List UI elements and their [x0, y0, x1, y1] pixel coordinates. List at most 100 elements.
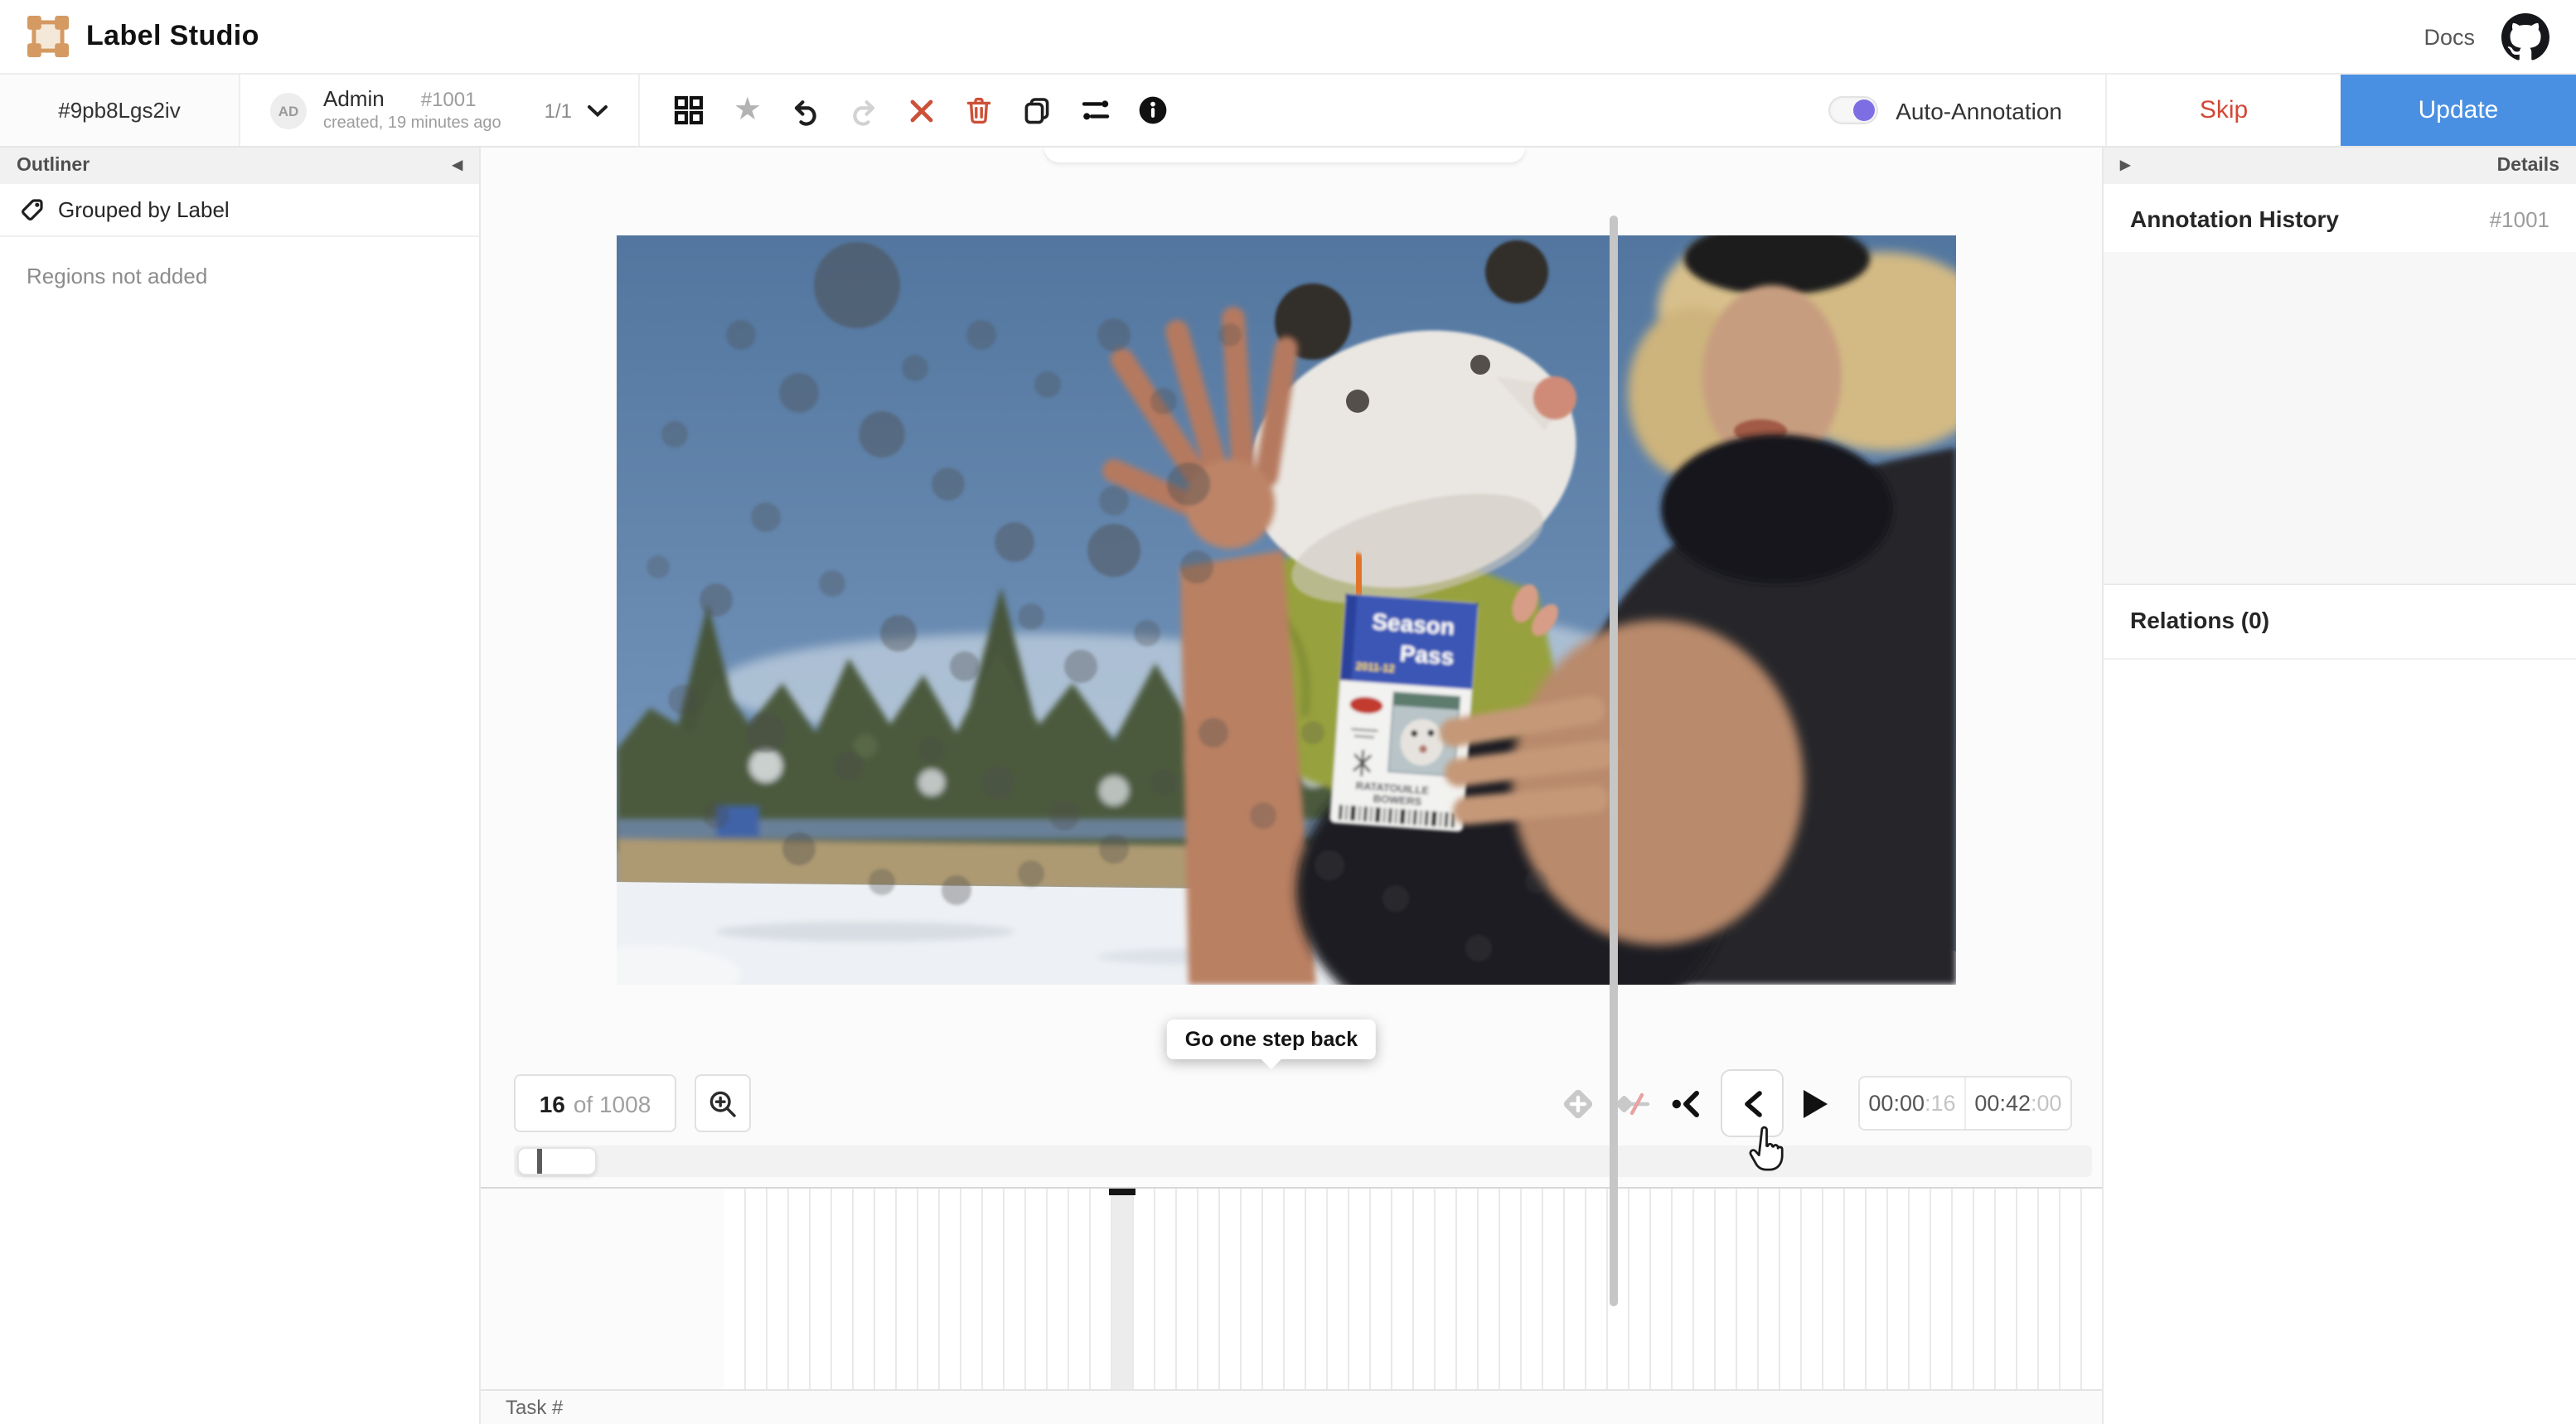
timeline-frame-cell[interactable]: [1586, 1189, 1608, 1389]
seek-viewport-handle[interactable]: [517, 1147, 597, 1175]
relations-section[interactable]: Relations (0): [2104, 585, 2576, 660]
timeline-frame-cell[interactable]: [1177, 1189, 1198, 1389]
timeline-frame-cell[interactable]: [1673, 1189, 1694, 1389]
timeline-frame-cell[interactable]: [1716, 1189, 1737, 1389]
timeline-frame-cell[interactable]: [1543, 1189, 1565, 1389]
annotation-summary[interactable]: AD Admin #1001 created, 19 minutes ago: [240, 75, 501, 146]
timeline-frame-cell[interactable]: [1500, 1189, 1522, 1389]
time-display[interactable]: 00:00:16 00:42:00: [1858, 1076, 2072, 1131]
vertical-scrollbar[interactable]: [1610, 216, 1618, 1306]
timeline-frame-cell[interactable]: [767, 1189, 789, 1389]
frame-counter-input[interactable]: 16 of 1008: [514, 1074, 676, 1132]
timeline-frame-cell[interactable]: [1479, 1189, 1500, 1389]
timeline-frame-cell[interactable]: [1953, 1189, 1974, 1389]
timeline-frame-cell[interactable]: [1780, 1189, 1802, 1389]
timeline-frame-cell[interactable]: [1242, 1189, 1263, 1389]
timeline-frame-cell[interactable]: [1802, 1189, 1823, 1389]
timeline-frame-cell[interactable]: [2039, 1189, 2060, 1389]
timeline-frame-cell[interactable]: [1522, 1189, 1543, 1389]
zoom-button[interactable]: [695, 1074, 751, 1132]
timeline-frame-cell[interactable]: [1823, 1189, 1845, 1389]
auto-annotation-toggle[interactable]: [1828, 96, 1877, 124]
timeline-frame-cell[interactable]: [961, 1189, 983, 1389]
github-icon[interactable]: [2501, 12, 2549, 61]
timeline-frame-cell[interactable]: [1392, 1189, 1414, 1389]
collapse-right-icon[interactable]: ▶: [2120, 159, 2130, 172]
timeline-frame-cell[interactable]: [1285, 1189, 1306, 1389]
timeline-frame-cell[interactable]: [1048, 1189, 1069, 1389]
regions-empty-message: Regions not added: [0, 237, 479, 315]
redo-button[interactable]: [845, 92, 882, 128]
interpolate-keypoint-button[interactable]: [1613, 1076, 1653, 1132]
timeline-frame-cell[interactable]: [1371, 1189, 1392, 1389]
timeline-frame-cell[interactable]: [1629, 1189, 1651, 1389]
play-button[interactable]: [1795, 1076, 1835, 1132]
add-keypoint-button[interactable]: [1558, 1076, 1598, 1132]
timeline-frame-cell[interactable]: [2060, 1189, 2082, 1389]
timeline-frame-cell[interactable]: [1565, 1189, 1586, 1389]
timeline-frame-cell[interactable]: [789, 1189, 811, 1389]
update-button[interactable]: Update: [2341, 75, 2576, 146]
undo-button[interactable]: [787, 92, 824, 128]
frame-total: of 1008: [574, 1090, 651, 1116]
timeline-frame-cell[interactable]: [918, 1189, 940, 1389]
timeline-frame-cell[interactable]: [875, 1189, 897, 1389]
timeline-frame-cell[interactable]: [2017, 1189, 2039, 1389]
timeline-frame-cell[interactable]: [897, 1189, 918, 1389]
step-back-button[interactable]: [1721, 1069, 1784, 1137]
timeline[interactable]: [481, 1187, 2102, 1389]
docs-link[interactable]: Docs: [2423, 24, 2475, 49]
timeline-frame-cell[interactable]: [724, 1189, 746, 1389]
timeline-frame-cell[interactable]: [983, 1189, 1005, 1389]
timeline-frame-cell[interactable]: [1155, 1189, 1177, 1389]
timeline-frame-cell[interactable]: [1414, 1189, 1436, 1389]
timeline-frame-cell[interactable]: [1759, 1189, 1780, 1389]
timeline-frame-cell[interactable]: [1910, 1189, 1931, 1389]
timeline-frame-cell[interactable]: [746, 1189, 767, 1389]
timeline-frame-grid[interactable]: [724, 1189, 2102, 1389]
seekbar[interactable]: [514, 1145, 2092, 1177]
timeline-frame-cell[interactable]: [1091, 1189, 1112, 1389]
prev-keypoint-button[interactable]: [1668, 1076, 1707, 1132]
timeline-current-frame[interactable]: [1112, 1189, 1134, 1389]
timeline-frame-cell[interactable]: [1867, 1189, 1888, 1389]
group-by-selector[interactable]: Grouped by Label: [0, 184, 479, 237]
skip-button[interactable]: Skip: [2105, 75, 2341, 146]
delete-button[interactable]: [961, 92, 998, 128]
view-all-button[interactable]: [671, 92, 708, 128]
timeline-frame-cell[interactable]: [832, 1189, 854, 1389]
timeline-frame-cell[interactable]: [1306, 1189, 1328, 1389]
timeline-frame-cell[interactable]: [2082, 1189, 2102, 1389]
timeline-frame-cell[interactable]: [811, 1189, 832, 1389]
timeline-frame-cell[interactable]: [1134, 1189, 1155, 1389]
timeline-frame-cell[interactable]: [1737, 1189, 1759, 1389]
copy-button[interactable]: [1019, 92, 1056, 128]
annotation-pager[interactable]: 1/1: [545, 75, 638, 146]
timeline-frame-cell[interactable]: [940, 1189, 961, 1389]
timeline-frame-cell[interactable]: [1996, 1189, 2017, 1389]
timeline-frame-cell[interactable]: [1026, 1189, 1048, 1389]
timeline-frame-cell[interactable]: [1069, 1189, 1091, 1389]
timeline-frame-cell[interactable]: [1694, 1189, 1716, 1389]
timeline-frame-cell[interactable]: [1651, 1189, 1673, 1389]
video-frame[interactable]: Season Pass 2011-12 RATATOUILLE BOWERS: [617, 235, 1956, 985]
timeline-frame-cell[interactable]: [1220, 1189, 1242, 1389]
timeline-frame-cell[interactable]: [1888, 1189, 1910, 1389]
timeline-frame-cell[interactable]: [1457, 1189, 1479, 1389]
reject-button[interactable]: [903, 92, 940, 128]
timeline-frame-cell[interactable]: [1349, 1189, 1371, 1389]
ground-truth-button[interactable]: ★: [729, 92, 766, 128]
timeline-frame-cell[interactable]: [1845, 1189, 1867, 1389]
timeline-frame-cell[interactable]: [1436, 1189, 1457, 1389]
timeline-frame-cell[interactable]: [1198, 1189, 1220, 1389]
timeline-frame-cell[interactable]: [1328, 1189, 1349, 1389]
timeline-frame-cell[interactable]: [1263, 1189, 1285, 1389]
timeline-frame-cell[interactable]: [1931, 1189, 1953, 1389]
collapse-left-icon[interactable]: ◀: [453, 159, 462, 172]
info-button[interactable]: [1135, 92, 1172, 128]
timeline-frame-cell[interactable]: [1974, 1189, 1996, 1389]
timeline-frame-cell[interactable]: [1005, 1189, 1026, 1389]
task-id[interactable]: #9pb8Lgs2iv: [0, 75, 240, 146]
relations-button[interactable]: [1077, 92, 1114, 128]
timeline-frame-cell[interactable]: [854, 1189, 875, 1389]
